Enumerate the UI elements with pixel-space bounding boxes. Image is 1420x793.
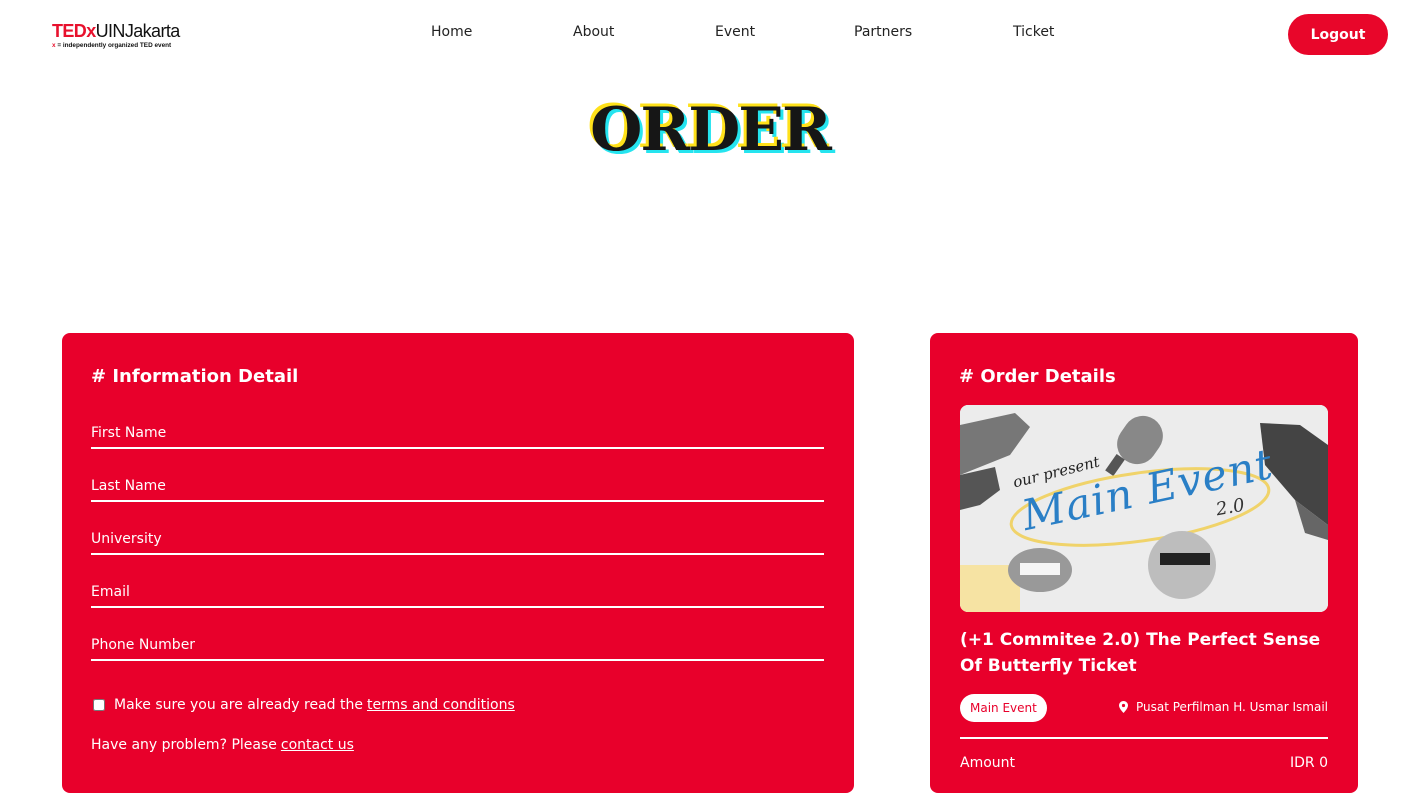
statue-head-icon	[1148, 531, 1216, 599]
nav-ticket-link[interactable]: Ticket	[1013, 24, 1054, 40]
information-detail-card: # Information Detail Make sure you are a…	[62, 333, 854, 793]
order-details-card: # Order Details our present Main Event 2…	[930, 333, 1358, 793]
event-title: (+1 Commitee 2.0) The Perfect Sense Of B…	[960, 630, 1321, 676]
amount-label: Amount	[960, 755, 1016, 771]
information-detail-heading: # Information Detail	[91, 366, 299, 387]
help-text: Have any problem? Please	[91, 737, 277, 753]
terms-link[interactable]: terms and conditions	[367, 697, 515, 713]
amount-value: IDR 0	[1290, 755, 1328, 771]
event-location: Pusat Perfilman H. Usmar Ismail	[1118, 700, 1328, 714]
navbar: TEDxUINJakarta x = independently organiz…	[0, 0, 1420, 68]
nav-about-link[interactable]: About	[573, 24, 614, 40]
nav-partners-link[interactable]: Partners	[854, 24, 912, 40]
logout-button[interactable]: Logout	[1288, 14, 1388, 55]
university-field	[91, 525, 824, 555]
page-title: ORDER	[590, 95, 832, 165]
terms-row: Make sure you are already read the terms…	[93, 696, 515, 714]
contact-us-link[interactable]: contact us	[281, 737, 354, 753]
nav-home-link[interactable]: Home	[431, 24, 472, 40]
terms-checkbox[interactable]	[93, 699, 105, 711]
event-location-text: Pusat Perfilman H. Usmar Ismail	[1135, 700, 1328, 714]
category-badge: Main Event	[960, 694, 1047, 722]
last-name-input[interactable]	[91, 472, 824, 500]
email-input[interactable]	[91, 578, 824, 606]
phone-number-input[interactable]	[91, 631, 824, 659]
first-name-input[interactable]	[91, 419, 824, 447]
order-details-heading: # Order Details	[959, 366, 1116, 387]
university-input[interactable]	[91, 525, 824, 553]
terms-text: Make sure you are already read the	[114, 697, 363, 713]
event-banner-image: our present Main Event 2.0	[960, 405, 1328, 612]
phone-number-field	[91, 631, 824, 661]
map-pin-icon	[1118, 701, 1128, 713]
help-row: Have any problem? Please contact us	[91, 737, 354, 753]
lips-icon	[1008, 548, 1072, 592]
main-nav: Home About Event Partners Ticket	[0, 24, 1420, 44]
first-name-field	[91, 419, 824, 449]
email-field	[91, 578, 824, 608]
last-name-field	[91, 472, 824, 502]
order-divider	[960, 737, 1328, 739]
nav-event-link[interactable]: Event	[715, 24, 755, 40]
